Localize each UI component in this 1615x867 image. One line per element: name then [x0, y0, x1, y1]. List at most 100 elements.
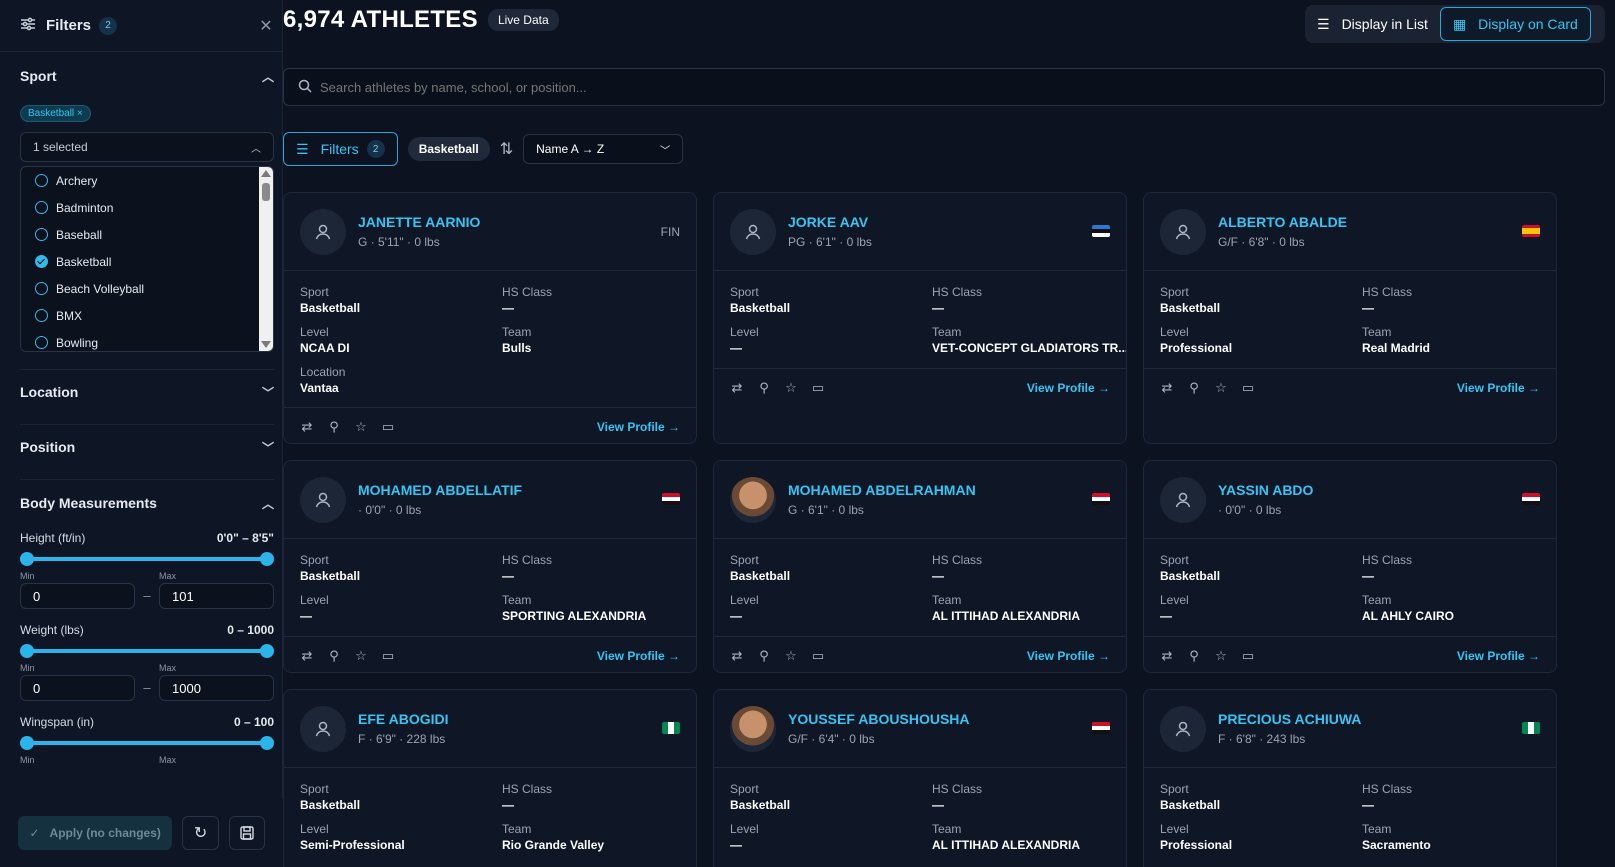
sport-option[interactable]: Archery — [21, 167, 273, 194]
body-section-toggle[interactable]: Body Measurements ︿ — [20, 493, 274, 513]
close-icon[interactable]: ✕ — [256, 17, 276, 37]
message-icon[interactable]: ▭ — [811, 648, 825, 664]
athlete-card[interactable]: PRECIOUS ACHIUWA F · 6'8" · 243 lbs Spor… — [1143, 689, 1557, 867]
radio-icon[interactable] — [35, 282, 48, 295]
save-button[interactable] — [228, 816, 266, 850]
star-icon[interactable]: ☆ — [1214, 648, 1228, 664]
athlete-card[interactable]: MOHAMED ABDELLATIF · 0'0" · 0 lbs Sport B… — [283, 460, 697, 673]
sort-icon[interactable]: ⇅ — [500, 139, 513, 159]
radio-icon[interactable] — [35, 228, 48, 241]
athlete-card[interactable]: EFE ABOGIDI F · 6'9" · 228 lbs Sport Bask… — [283, 689, 697, 867]
athlete-card[interactable]: JANETTE AARNIO G · 5'11" · 0 lbs FIN Spo… — [283, 192, 697, 444]
sport-section-toggle[interactable]: Sport ︿ — [20, 66, 274, 86]
radio-checked-icon[interactable] — [35, 255, 48, 268]
athlete-name[interactable]: MOHAMED ABDELRAHMAN — [788, 482, 976, 498]
radio-icon[interactable] — [35, 201, 48, 214]
sport-tag-basketball[interactable]: Basketball × — [20, 105, 91, 122]
athlete-card[interactable]: YOUSSEF ABOUSHOUSHA G/F · 6'4" · 0 lbs S… — [713, 689, 1127, 867]
athlete-name[interactable]: YOUSSEF ABOUSHOUSHA — [788, 711, 970, 727]
message-icon[interactable]: ▭ — [381, 648, 395, 664]
weight-min-input[interactable]: 0 — [20, 675, 135, 701]
athlete-name[interactable]: JANETTE AARNIO — [358, 214, 480, 230]
height-slider[interactable] — [20, 551, 274, 567]
wingspan-min-handle[interactable] — [20, 736, 34, 750]
compare-icon[interactable]: ⇄ — [300, 648, 314, 664]
star-icon[interactable]: ☆ — [784, 380, 798, 396]
star-icon[interactable]: ☆ — [784, 648, 798, 664]
pin-icon[interactable]: ⚲ — [1187, 648, 1201, 664]
search-input[interactable] — [320, 79, 1604, 95]
location-section-toggle[interactable]: Location ﹀ — [20, 382, 274, 402]
compare-icon[interactable]: ⇄ — [1160, 380, 1174, 396]
scrollbar[interactable] — [259, 167, 273, 351]
pin-icon[interactable]: ⚲ — [1187, 380, 1201, 396]
sport-option[interactable]: Beach Volleyball — [21, 275, 273, 302]
pin-icon[interactable]: ⚲ — [757, 648, 771, 664]
sport-option[interactable]: Badminton — [21, 194, 273, 221]
filters-button[interactable]: ☰ Filters 2 — [283, 132, 398, 166]
athlete-name[interactable]: EFE ABOGIDI — [358, 711, 449, 727]
sport-option[interactable]: BMX — [21, 302, 273, 329]
message-icon[interactable]: ▭ — [381, 419, 395, 435]
athlete-name[interactable]: ALBERTO ABALDE — [1218, 214, 1347, 230]
scroll-up-icon[interactable] — [261, 170, 271, 177]
sort-select[interactable]: Name A → Z ﹀ — [523, 134, 684, 164]
weight-label: Weight (lbs) — [20, 623, 84, 637]
star-icon[interactable]: ☆ — [354, 648, 368, 664]
compare-icon[interactable]: ⇄ — [300, 419, 314, 435]
athlete-name[interactable]: YASSIN ABDO — [1218, 482, 1313, 498]
wingspan-slider[interactable] — [20, 735, 274, 751]
pin-icon[interactable]: ⚲ — [327, 648, 341, 664]
view-toggle: ☰ Display in List ▦ Display on Card — [1305, 5, 1605, 43]
height-max-input[interactable]: 101 — [159, 583, 274, 609]
radio-icon[interactable] — [35, 174, 48, 187]
star-icon[interactable]: ☆ — [354, 419, 368, 435]
compare-icon[interactable]: ⇄ — [1160, 648, 1174, 664]
weight-slider[interactable] — [20, 643, 274, 659]
display-card-button[interactable]: ▦ Display on Card — [1439, 7, 1591, 41]
view-profile-link[interactable]: View Profile → — [1457, 381, 1540, 395]
athlete-card[interactable]: MOHAMED ABDELRAHMAN G · 6'1" · 0 lbs Spo… — [713, 460, 1127, 673]
sport-option[interactable]: Bowling — [21, 329, 273, 351]
weight-max-input[interactable]: 1000 — [159, 675, 274, 701]
athlete-name[interactable]: MOHAMED ABDELLATIF — [358, 482, 522, 498]
athlete-card[interactable]: YASSIN ABDO · 0'0" · 0 lbs Sport Basketba… — [1143, 460, 1557, 673]
view-profile-link[interactable]: View Profile → — [1027, 381, 1110, 395]
radio-icon[interactable] — [35, 309, 48, 322]
athlete-card[interactable]: ALBERTO ABALDE G/F · 6'8" · 0 lbs Sport B… — [1143, 192, 1557, 444]
sport-option[interactable]: Basketball — [21, 248, 273, 275]
wingspan-max-handle[interactable] — [260, 736, 274, 750]
view-profile-link[interactable]: View Profile → — [1457, 649, 1540, 663]
message-icon[interactable]: ▭ — [1241, 380, 1255, 396]
athlete-name[interactable]: PRECIOUS ACHIUWA — [1218, 711, 1361, 727]
display-list-button[interactable]: ☰ Display in List — [1305, 7, 1440, 41]
apply-button[interactable]: ✓ Apply (no changes) — [18, 816, 173, 850]
athlete-card[interactable]: JORKE AAV PG · 6'1" · 0 lbs Sport Basketb… — [713, 192, 1127, 444]
scroll-down-icon[interactable] — [261, 341, 271, 348]
message-icon[interactable]: ▭ — [1241, 648, 1255, 664]
star-icon[interactable]: ☆ — [1214, 380, 1228, 396]
card-header: EFE ABOGIDI F · 6'9" · 228 lbs — [284, 690, 696, 768]
athlete-name[interactable]: JORKE AAV — [788, 214, 872, 230]
weight-min-handle[interactable] — [20, 644, 34, 658]
height-max-handle[interactable] — [260, 552, 274, 566]
message-icon[interactable]: ▭ — [811, 380, 825, 396]
radio-icon[interactable] — [35, 336, 48, 349]
weight-max-handle[interactable] — [260, 644, 274, 658]
reset-button[interactable]: ↻ — [182, 816, 219, 850]
height-min-input[interactable]: 0 — [20, 583, 135, 609]
height-min-handle[interactable] — [20, 552, 34, 566]
scroll-thumb[interactable] — [262, 183, 270, 201]
view-profile-link[interactable]: View Profile → — [597, 420, 680, 434]
view-profile-link[interactable]: View Profile → — [597, 649, 680, 663]
compare-icon[interactable]: ⇄ — [730, 648, 744, 664]
active-filter-chip[interactable]: Basketball — [407, 137, 490, 161]
view-profile-link[interactable]: View Profile → — [1027, 649, 1110, 663]
pin-icon[interactable]: ⚲ — [757, 380, 771, 396]
pin-icon[interactable]: ⚲ — [327, 419, 341, 435]
position-section-toggle[interactable]: Position ﹀ — [20, 437, 274, 457]
sport-option[interactable]: Baseball — [21, 221, 273, 248]
sport-options-list[interactable]: Archery Badminton Baseball Basketball Beach … — [20, 166, 274, 352]
compare-icon[interactable]: ⇄ — [730, 380, 744, 396]
sport-select[interactable]: 1 selected ︿ — [20, 132, 274, 162]
